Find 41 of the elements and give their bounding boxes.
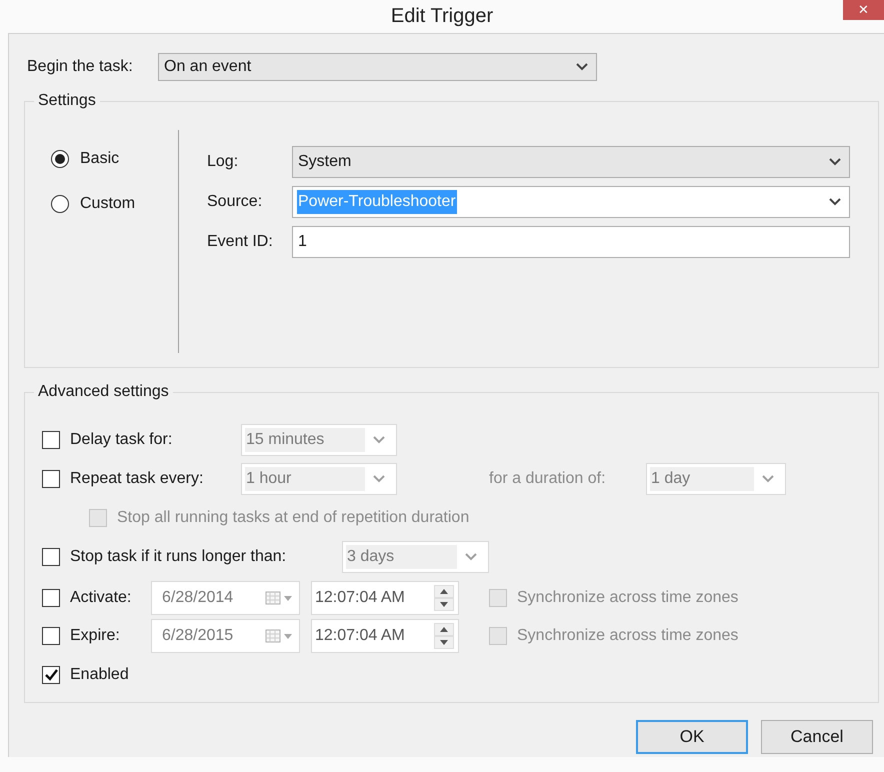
field-label: Begin the task:: [27, 57, 134, 77]
close-button[interactable]: ✕: [843, 0, 884, 20]
field-label: Log:: [207, 152, 240, 172]
spinner-icon: [434, 585, 454, 611]
group-title: Advanced settings: [37, 382, 170, 402]
chevron-down-icon: [829, 198, 841, 206]
dialog-button[interactable]: OK: [636, 720, 748, 754]
field-label: Source:: [207, 192, 264, 212]
checkbox-label: Stop task if it runs longer than:: [70, 547, 288, 567]
chevron-down-icon: [762, 475, 774, 483]
calendar-icon: [265, 591, 293, 605]
radio-button[interactable]: [51, 195, 69, 213]
checkmark-icon: [44, 669, 58, 681]
checkbox-label: Repeat task every:: [70, 469, 204, 489]
chevron-down-icon: [465, 553, 477, 561]
group-title: Settings: [37, 91, 97, 111]
dropdown[interactable]: Power-Troubleshooter: [292, 186, 850, 218]
checkbox-label: Synchronize across time zones: [517, 626, 740, 646]
checkbox-label: Enabled: [70, 665, 130, 685]
checkbox-label: Synchronize across time zones: [517, 588, 740, 608]
checkbox-label: Expire:: [70, 626, 121, 646]
radio-label: Basic: [80, 149, 120, 169]
dialog-button[interactable]: Cancel: [761, 720, 873, 754]
chevron-down-icon: [829, 158, 841, 166]
checkbox-label: Delay task for:: [70, 430, 174, 450]
dropdown[interactable]: System: [292, 146, 850, 178]
spinner-icon: [434, 623, 454, 649]
calendar-icon: [265, 629, 293, 643]
field-label: for a duration of:: [489, 469, 607, 489]
checkbox-label: Activate:: [70, 588, 132, 608]
radio-label: Custom: [80, 194, 136, 214]
dropdown[interactable]: On an event: [158, 53, 597, 81]
checkbox[interactable]: [42, 666, 60, 684]
chevron-down-icon: [373, 475, 385, 483]
field-label: Event ID:: [207, 232, 274, 252]
chevron-down-icon: [576, 63, 588, 71]
radio-button[interactable]: [51, 150, 69, 168]
input-field[interactable]: 1: [292, 226, 850, 258]
checkbox-label: Stop all running tasks at end of repetition duration: [117, 508, 470, 528]
chevron-down-icon: [373, 436, 385, 444]
window-title: Edit Trigger: [390, 4, 494, 29]
